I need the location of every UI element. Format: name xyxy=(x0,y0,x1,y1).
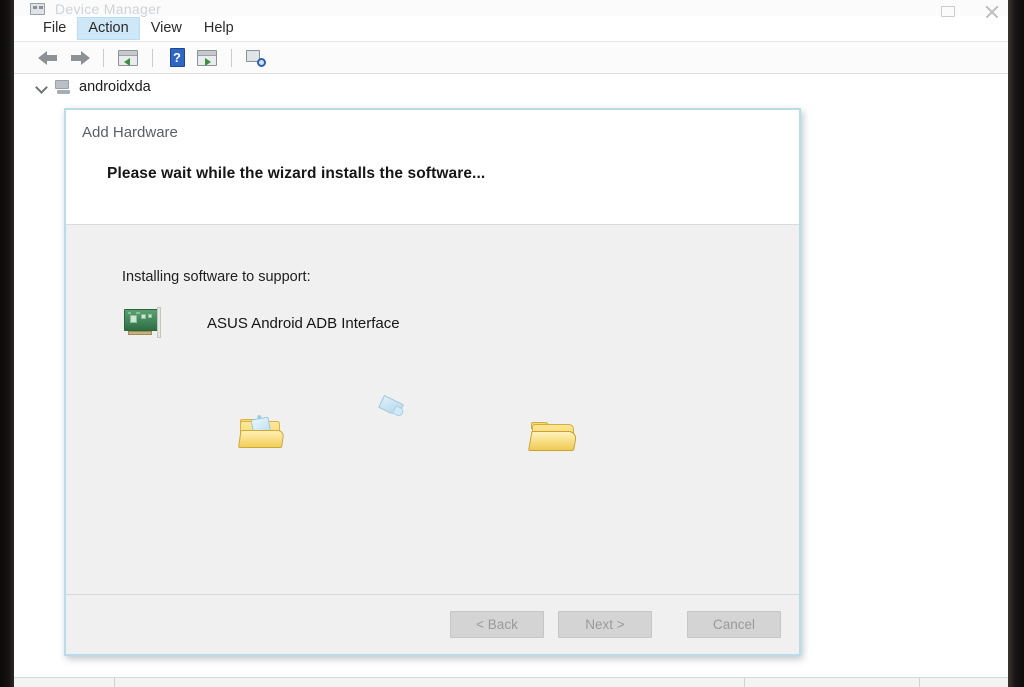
open-folder-icon xyxy=(238,407,285,449)
scan-hardware-icon xyxy=(246,49,266,67)
screenshot-root: Device Manager File Action View Help ? a… xyxy=(0,0,1024,687)
flying-document-icon xyxy=(376,393,408,421)
forward-icon xyxy=(68,49,90,67)
window-controls xyxy=(940,5,998,17)
menu-item-view[interactable]: View xyxy=(140,17,193,41)
device-name: ASUS Android ADB Interface xyxy=(207,315,400,332)
video-letterbox-right xyxy=(1008,0,1024,687)
window-titlebar: Device Manager xyxy=(14,0,1008,17)
toolbar-separator xyxy=(103,48,104,67)
toolbar-properties-button[interactable] xyxy=(192,45,222,71)
toolbar-show-hide-tree-button[interactable] xyxy=(113,45,143,71)
help-icon: ? xyxy=(169,48,185,67)
dialog-heading: Please wait while the wizard installs th… xyxy=(107,165,486,182)
tree-item-label: androidxda xyxy=(79,79,151,95)
toolbar-help-button[interactable]: ? xyxy=(162,45,192,71)
toolbar-separator xyxy=(152,48,153,67)
menubar: File Action View Help xyxy=(14,16,1008,42)
device-row: ASUS Android ADB Interface xyxy=(122,307,400,340)
back-icon xyxy=(38,49,60,67)
menu-item-help[interactable]: Help xyxy=(193,17,245,41)
folder-icon xyxy=(528,410,578,452)
next-button[interactable]: Next > xyxy=(558,611,652,638)
tree-item-root[interactable]: androidxda xyxy=(14,74,1008,100)
maximize-icon[interactable] xyxy=(940,5,955,17)
pci-card-icon xyxy=(122,307,162,340)
properties-icon xyxy=(197,49,217,66)
close-icon[interactable] xyxy=(984,5,998,17)
dialog-title: Add Hardware xyxy=(82,124,178,141)
cancel-button[interactable]: Cancel xyxy=(687,611,781,638)
computer-icon xyxy=(55,79,72,95)
dialog-footer: < Back Next > Cancel xyxy=(66,594,799,654)
video-bottom-band xyxy=(14,677,1008,687)
chevron-down-icon[interactable] xyxy=(36,81,48,93)
add-hardware-dialog: Add Hardware Please wait while the wizar… xyxy=(64,108,801,656)
menu-item-file[interactable]: File xyxy=(32,17,77,41)
toolbar-separator xyxy=(231,48,232,67)
device-manager-window: Device Manager File Action View Help ? a… xyxy=(14,0,1008,677)
toolbar: ? xyxy=(14,42,1008,74)
dialog-body: Installing software to support: ASUS And… xyxy=(66,225,799,597)
toolbar-back-button[interactable] xyxy=(34,45,64,71)
installing-label: Installing software to support: xyxy=(122,269,311,285)
back-button[interactable]: < Back xyxy=(450,611,544,638)
window-title: Device Manager xyxy=(55,1,162,17)
menu-item-action[interactable]: Action xyxy=(77,16,140,41)
show-hide-tree-icon xyxy=(118,49,138,66)
device-manager-icon xyxy=(30,3,45,15)
video-letterbox-left xyxy=(0,0,14,687)
dialog-header: Add Hardware Please wait while the wizar… xyxy=(66,110,799,225)
toolbar-scan-hardware-button[interactable] xyxy=(241,45,271,71)
toolbar-forward-button[interactable] xyxy=(64,45,94,71)
